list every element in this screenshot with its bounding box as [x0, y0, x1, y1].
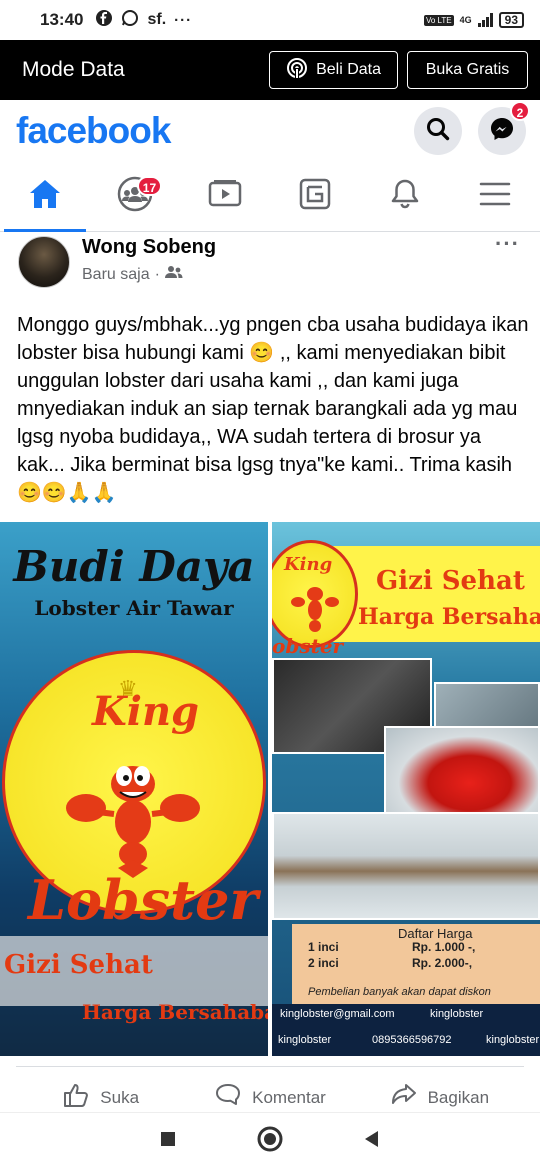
- back-button[interactable]: [362, 1129, 382, 1154]
- share-label: Bagikan: [427, 1087, 490, 1107]
- contact-email: kinglobster@gmail.com: [280, 1008, 395, 1020]
- app-header: facebook 2: [0, 100, 540, 162]
- post-images: Budi Daya Lobster Air Tawar ♛ King Lobst…: [0, 522, 540, 1056]
- tagline-harga: Harga Bersahaba: [82, 1000, 268, 1024]
- brand-king-small: King: [284, 554, 333, 575]
- separator-dot: ·: [154, 265, 160, 283]
- tab-menu[interactable]: [450, 162, 540, 231]
- tagline-gizi: Gizi Sehat: [4, 950, 153, 980]
- system-status: Vo LTE 4G 93: [423, 12, 524, 28]
- free-mode-button[interactable]: Buka Gratis: [407, 51, 528, 89]
- post-time-row: Baru saja ·: [82, 265, 216, 284]
- price-size-1: 1 inci: [308, 940, 339, 954]
- messenger-icon: [488, 115, 516, 148]
- home-button[interactable]: [256, 1125, 284, 1158]
- brand-obster: obster: [272, 634, 344, 658]
- tab-notifications[interactable]: [360, 162, 450, 231]
- data-mode-actions: Beli Data Buka Gratis: [269, 51, 528, 89]
- lobster-icon-small: [291, 587, 339, 632]
- comment-icon: [214, 1082, 242, 1113]
- like-button[interactable]: Suka: [16, 1067, 185, 1112]
- battery-icon: 93: [498, 12, 524, 28]
- avatar[interactable]: [18, 236, 70, 288]
- header-icons: 2: [414, 101, 530, 155]
- android-nav-bar: [0, 1112, 540, 1170]
- data-mode-bar: Mode Data Beli Data Buka Gratis: [0, 40, 540, 100]
- price-value-2: Rp. 2.000-,: [412, 956, 473, 970]
- messenger-badge: 2: [510, 101, 530, 121]
- post-actions: Suka Komentar Bagikan: [16, 1066, 524, 1112]
- bell-icon: [389, 177, 421, 216]
- post-meta: Wong Sobeng Baru saja ·: [82, 236, 216, 296]
- tab-pages[interactable]: [270, 162, 360, 231]
- tab-watch[interactable]: [180, 162, 270, 231]
- home-icon: [27, 177, 63, 216]
- status-bar: 13:40 sf. ··· Vo LTE 4G 93: [0, 0, 540, 40]
- search-icon: [425, 116, 451, 147]
- volte-icon: Vo LTE: [423, 14, 454, 26]
- comment-label: Komentar: [252, 1087, 326, 1107]
- post-options-button[interactable]: ···: [495, 233, 520, 296]
- discount-note: Pembelian banyak akan dapat diskon: [308, 986, 491, 998]
- free-mode-label: Buka Gratis: [425, 61, 510, 78]
- post-author[interactable]: Wong Sobeng: [82, 236, 216, 259]
- post-image-left[interactable]: Budi Daya Lobster Air Tawar ♛ King Lobst…: [0, 522, 268, 1056]
- brand-lobster: Lobster: [28, 868, 258, 932]
- contact-phone: 0895366596792: [372, 1034, 452, 1046]
- price-size-2: 2 inci: [308, 956, 339, 970]
- share-icon: [390, 1082, 418, 1113]
- search-button[interactable]: [414, 107, 462, 155]
- whatsapp-icon: [121, 9, 139, 31]
- facebook-logo[interactable]: facebook: [16, 110, 171, 152]
- notification-icons: sf. ···: [95, 9, 192, 31]
- tab-home[interactable]: [0, 162, 90, 232]
- post-image-right[interactable]: King Gizi Sehat Harga Bersahaba obster D…: [272, 522, 540, 1056]
- main-nav: 17: [0, 162, 540, 232]
- post-header: Wong Sobeng Baru saja · ···: [0, 233, 540, 296]
- thumbs-up-icon: [62, 1082, 90, 1113]
- brand-king: King: [92, 688, 200, 735]
- more-icon: ···: [174, 11, 193, 29]
- comment-button[interactable]: Komentar: [185, 1067, 354, 1112]
- broadcast-icon: [286, 57, 308, 84]
- like-label: Suka: [100, 1087, 140, 1107]
- video-icon: [207, 178, 243, 215]
- price-title: Daftar Harga: [398, 926, 473, 941]
- recents-button[interactable]: [158, 1129, 178, 1154]
- share-button[interactable]: Bagikan: [355, 1067, 524, 1112]
- friends-icon: [164, 265, 183, 284]
- status-time: 13:40: [40, 10, 84, 29]
- buy-data-label: Beli Data: [316, 61, 381, 78]
- post-text: Monggo guys/mbhak...yg pngen cba usaha b…: [17, 314, 529, 504]
- facebook-icon: [95, 9, 113, 31]
- tagline-gizi-right: Gizi Sehat: [376, 566, 525, 596]
- groups-badge: 17: [136, 176, 163, 196]
- pages-icon: [298, 177, 332, 216]
- contact-web: kinglobster: [486, 1034, 540, 1046]
- price-value-1: Rp. 1.000 -,: [412, 940, 476, 954]
- lobster-icon: [66, 766, 200, 878]
- data-mode-title: Mode Data: [22, 58, 125, 81]
- image-title: Budi Daya: [13, 542, 255, 591]
- contact-facebook: kinglobster: [430, 1008, 484, 1020]
- image-subtitle: Lobster Air Tawar: [34, 596, 234, 620]
- post-time[interactable]: Baru saja: [82, 266, 150, 284]
- signal-icon: [477, 13, 493, 27]
- network-type: 4G: [459, 15, 472, 25]
- messenger-button[interactable]: 2: [478, 101, 530, 155]
- tagline-harga-right: Harga Bersahaba: [358, 604, 540, 630]
- buy-data-button[interactable]: Beli Data: [269, 51, 398, 89]
- photo-brown-lobster: [272, 812, 540, 920]
- sf-icon: sf.: [147, 11, 167, 28]
- contact-instagram: kinglobster: [278, 1034, 332, 1046]
- menu-icon: [478, 180, 512, 213]
- tab-groups[interactable]: 17: [90, 162, 180, 231]
